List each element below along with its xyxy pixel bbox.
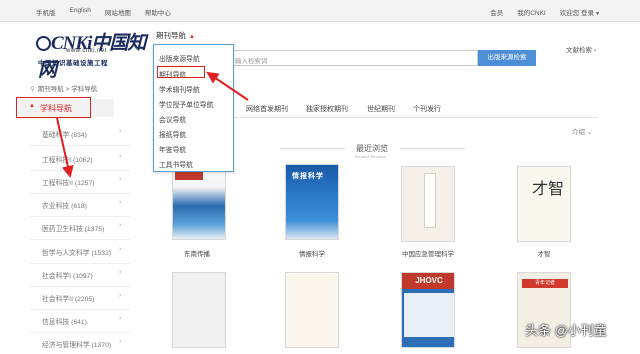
- nav-menu-label: 期刊导航: [156, 31, 186, 40]
- journal-cover[interactable]: [401, 166, 455, 242]
- divider: [30, 332, 130, 333]
- sidebar-item-engineering-2[interactable]: 工程科技II (1257): [42, 177, 95, 187]
- journal-title[interactable]: 中国应急管理科学: [388, 248, 468, 258]
- cover-spine-band: [424, 173, 436, 228]
- divider: [30, 216, 130, 217]
- journal-title[interactable]: 东南传播: [157, 248, 237, 258]
- search-button[interactable]: 出版来源检索: [478, 50, 536, 66]
- chevron-down-icon: ▼: [595, 11, 600, 17]
- sidebar-item-engineering-1[interactable]: 工程科技I (1062): [42, 154, 93, 164]
- logo-url: www.cnki.net: [66, 48, 108, 54]
- member-link[interactable]: 会员: [490, 7, 503, 17]
- nav-dropdown-menu: 出版来源导航 期刊导航 学术辑刊导航 学位授予单位导航 会议导航 报纸导航 年鉴…: [153, 44, 234, 172]
- chevron-right-icon: ›: [593, 47, 596, 54]
- help-link[interactable]: 帮助中心: [145, 7, 171, 17]
- top-links-right: 会员 我的CNKI 欢迎您 登录▼: [490, 7, 600, 17]
- divider: [30, 309, 130, 310]
- divider: [30, 239, 130, 240]
- menu-item-academic-collection-nav[interactable]: 学术辑刊导航: [159, 84, 200, 94]
- mobile-link[interactable]: 手机版: [36, 7, 56, 17]
- divider: [280, 148, 346, 149]
- divider: [30, 193, 130, 194]
- chevron-right-icon: ›: [119, 292, 122, 299]
- sort-toggle[interactable]: 介绍 ⌄: [572, 126, 592, 136]
- watermark: 头条 @小刊童: [525, 323, 607, 338]
- login-link[interactable]: 登录: [581, 10, 594, 17]
- menu-item-conference-nav[interactable]: 会议导航: [159, 114, 186, 124]
- recent-title: 最近浏览: [356, 144, 388, 153]
- journal-cover[interactable]: JHOVC: [401, 272, 455, 348]
- menu-item-yearbook-nav[interactable]: 年鉴导航: [159, 144, 186, 154]
- sidebar-item-agriculture[interactable]: 农业科技 (618): [42, 200, 87, 210]
- divider: [30, 263, 130, 264]
- highlight-box: [157, 66, 205, 78]
- chevron-down-icon: ⌄: [586, 129, 593, 136]
- journal-title[interactable]: 情报科学: [272, 248, 352, 258]
- sidebar-item-information-tech[interactable]: 信息科技 (641): [42, 316, 87, 326]
- sitemap-link[interactable]: 网站地图: [105, 7, 131, 17]
- tab-century-journals[interactable]: 世纪期刊: [367, 104, 395, 114]
- literature-search-link[interactable]: 文献检索 ›: [566, 44, 596, 54]
- chevron-right-icon: ›: [119, 176, 122, 183]
- arrow-to-subject-list: [56, 117, 74, 178]
- chevron-right-icon: ›: [119, 128, 122, 135]
- location-pin-icon: ⚲: [30, 86, 35, 93]
- divider: [30, 145, 130, 146]
- site-logo[interactable]: CNKi中国知网 www.cnki.net 中国知识基础设施工程: [36, 28, 158, 81]
- recent-subtitle: Recent Browse: [355, 154, 387, 159]
- chevron-right-icon: ›: [119, 153, 122, 160]
- journal-title[interactable]: 才智: [504, 248, 584, 258]
- menu-item-source-nav[interactable]: 出版来源导航: [159, 53, 200, 63]
- chevron-right-icon: ›: [119, 222, 122, 229]
- breadcrumb-subject-nav: 学科导航: [71, 86, 98, 93]
- caret-up-icon: ▲: [189, 34, 195, 40]
- nav-menu-trigger[interactable]: 期刊导航 ▲: [156, 30, 195, 41]
- my-cnki-link[interactable]: 我的CNKI: [517, 7, 546, 17]
- sidebar-item-social-science-1[interactable]: 社会科学I (1097): [42, 270, 93, 280]
- globe-icon: [36, 36, 51, 51]
- breadcrumb: ⚲ 期刊导航 > 学科导航: [30, 86, 98, 93]
- top-bar: 手机版 English 网站地图 帮助中心 会员 我的CNKI 欢迎您 登录▼: [0, 0, 640, 22]
- sidebar-item-social-science-2[interactable]: 社会科学II (2205): [42, 293, 95, 303]
- cover-image: [404, 293, 454, 337]
- journal-cover[interactable]: 情报科学: [285, 164, 339, 240]
- english-link[interactable]: English: [70, 7, 91, 17]
- journal-cover[interactable]: 才智: [517, 166, 571, 242]
- search-input[interactable]: 输入检索词: [232, 50, 478, 66]
- search-placeholder: 输入检索词: [235, 58, 268, 65]
- cover-title-text: 情报科学: [292, 173, 324, 180]
- breadcrumb-journal-nav[interactable]: 期刊导航: [38, 86, 64, 93]
- highlight-box: [16, 97, 91, 118]
- cover-title-text: JHOVC: [402, 273, 454, 289]
- tab-individual-issue[interactable]: 个刊发行: [413, 104, 441, 114]
- sidebar-item-economics-management[interactable]: 经济与管理科学 (1370): [42, 339, 111, 349]
- welcome-text: 欢迎您 登录▼: [559, 10, 600, 17]
- tab-online-first[interactable]: 网络首发期刊: [246, 104, 288, 114]
- divider: [30, 286, 130, 287]
- chevron-right-icon: ›: [119, 269, 122, 276]
- chevron-right-icon: ›: [119, 199, 122, 206]
- chevron-right-icon: ›: [119, 315, 122, 322]
- journal-cover[interactable]: [285, 272, 339, 348]
- top-links-left: 手机版 English 网站地图 帮助中心: [36, 7, 171, 17]
- menu-item-reference-book-nav[interactable]: 工具书导航: [159, 159, 193, 169]
- chevron-right-icon: ›: [119, 246, 122, 253]
- journal-cover[interactable]: [172, 164, 226, 240]
- divider: [30, 170, 130, 171]
- sidebar-item-basic-science[interactable]: 基础科学 (834): [42, 129, 87, 139]
- journal-cover[interactable]: [172, 272, 226, 348]
- cover-title-text: 才智: [532, 181, 565, 198]
- menu-item-newspaper-nav[interactable]: 报纸导航: [159, 129, 186, 139]
- sidebar-item-medicine[interactable]: 医药卫生科技 (1375): [42, 223, 104, 233]
- logo-wordmark: CNKi中国知网: [36, 33, 146, 81]
- logo-subtitle: 中国知识基础设施工程: [38, 60, 108, 67]
- chevron-right-icon: ›: [119, 338, 122, 345]
- tab-exclusive[interactable]: 独家授权期刊: [306, 104, 348, 114]
- divider: [400, 148, 466, 149]
- cover-title-text: 青年记者: [522, 279, 568, 288]
- sidebar-item-philosophy-humanities[interactable]: 哲学与人文科学 (1532): [42, 247, 111, 257]
- menu-item-degree-unit-nav[interactable]: 学位授予单位导航: [159, 99, 213, 109]
